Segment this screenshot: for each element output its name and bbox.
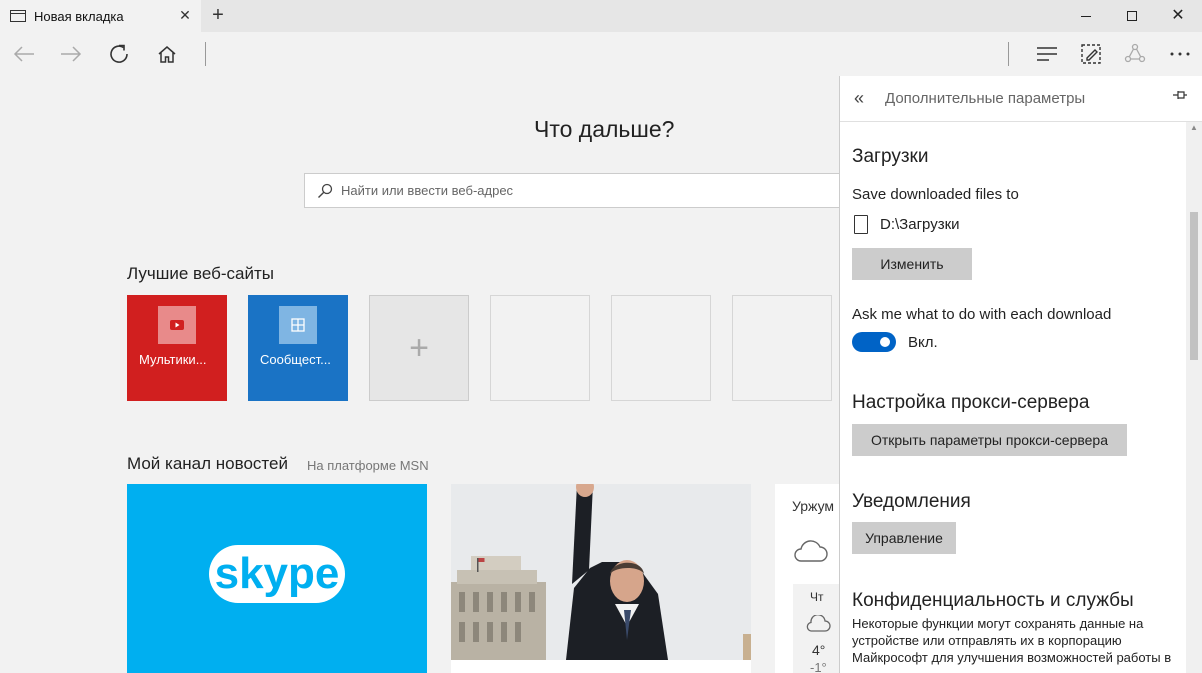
empty-site-tile[interactable]: [611, 295, 711, 401]
panel-header: « Дополнительные параметры: [840, 76, 1202, 122]
maximize-icon: [1127, 11, 1137, 21]
site-tile-label: Сообщест...: [260, 352, 331, 367]
add-site-tile[interactable]: +: [369, 295, 469, 401]
privacy-heading: Конфиденциальность и службы: [852, 590, 1134, 611]
pin-icon[interactable]: [1172, 88, 1188, 102]
home-icon: [158, 46, 176, 63]
navigation-toolbar: [0, 32, 1202, 76]
minimize-icon: [1081, 15, 1091, 17]
notifications-heading: Уведомления: [852, 491, 971, 512]
search-icon: [318, 183, 333, 198]
toggle-state-label: Вкл.: [908, 333, 938, 351]
tab-page-icon: [10, 10, 26, 22]
scroll-up-icon[interactable]: ▲: [1186, 122, 1202, 134]
open-proxy-settings-button[interactable]: Открыть параметры прокси-сервера: [852, 424, 1127, 456]
add-icon: +: [409, 328, 429, 367]
change-folder-button[interactable]: Изменить: [852, 248, 972, 280]
close-window-button[interactable]: ✕: [1155, 0, 1201, 32]
ask-download-label: Ask me what to do with each download: [852, 306, 1112, 323]
weather-city: Уржум: [792, 498, 835, 514]
weather-low: -1°: [810, 660, 827, 673]
title-bar: Новая вкладка ✕ + ✕: [0, 0, 1202, 32]
top-sites-title: Лучшие веб-сайты: [127, 264, 274, 283]
minimize-button[interactable]: [1063, 0, 1109, 32]
empty-site-tile[interactable]: [490, 295, 590, 401]
forward-arrow-icon: [61, 46, 82, 62]
hub-button[interactable]: [1032, 39, 1062, 69]
proxy-heading: Настройка прокси-сервера: [852, 392, 1090, 413]
more-button[interactable]: [1165, 39, 1195, 69]
ask-download-toggle-row: Вкл.: [852, 332, 938, 352]
panel-scrollbar[interactable]: ▲: [1186, 122, 1202, 673]
toolbar-divider: [1008, 42, 1009, 66]
skype-logo-text: skype: [215, 549, 340, 598]
forward-button[interactable]: [56, 39, 86, 69]
cloud-icon: [806, 615, 831, 632]
youtube-icon: [158, 306, 196, 344]
refresh-icon: [110, 44, 128, 63]
panel-back-icon[interactable]: «: [854, 88, 864, 109]
news-card-skype[interactable]: skype: [127, 484, 427, 673]
back-arrow-icon: [13, 46, 34, 62]
news-photo: [451, 484, 751, 660]
toggle-knob: [880, 337, 890, 347]
refresh-button[interactable]: [104, 39, 134, 69]
weather-high: 4°: [812, 642, 826, 658]
download-folder: D:\Загрузки: [854, 215, 960, 234]
share-button[interactable]: [1120, 39, 1150, 69]
cloud-icon: [794, 540, 828, 562]
empty-site-tile[interactable]: [732, 295, 832, 401]
panel-title: Дополнительные параметры: [885, 90, 1086, 107]
tab-close-icon[interactable]: ✕: [177, 7, 193, 23]
toolbar-divider: [205, 42, 206, 66]
weather-day-name: Чт: [810, 590, 824, 604]
page-title: Что дальше?: [534, 116, 675, 142]
web-note-icon: [1081, 44, 1101, 64]
tab-title: Новая вкладка: [34, 8, 124, 24]
search-box[interactable]: [304, 173, 840, 208]
share-icon: [1124, 43, 1146, 63]
scroll-thumb[interactable]: [1190, 212, 1198, 360]
manage-notifications-button[interactable]: Управление: [852, 522, 956, 554]
news-feed-subtitle: На платформе MSN: [307, 458, 429, 473]
web-note-button[interactable]: [1076, 39, 1106, 69]
news-card-caption: [451, 660, 751, 673]
top-sites-grid: Мультики... Сообщест... +: [127, 295, 832, 401]
news-card-weather[interactable]: Уржум Чт 4° -1°: [775, 484, 840, 673]
new-tab-button[interactable]: +: [206, 4, 230, 28]
home-button[interactable]: [152, 39, 182, 69]
folder-icon: [854, 215, 868, 234]
skype-logo: skype: [209, 545, 345, 603]
site-tile-cartoons[interactable]: Мультики...: [127, 295, 227, 401]
site-tile-community[interactable]: Сообщест...: [248, 295, 348, 401]
hub-icon: [1037, 47, 1057, 61]
privacy-description: Некоторые функции могут сохранять данные…: [852, 616, 1172, 665]
close-icon: ✕: [1171, 7, 1185, 24]
ask-download-toggle[interactable]: [852, 332, 896, 352]
site-tile-label: Мультики...: [139, 352, 207, 367]
search-input[interactable]: [341, 183, 741, 198]
advanced-settings-panel: « Дополнительные параметры ▲ Загрузки Sa…: [839, 76, 1202, 673]
news-card-photo[interactable]: [451, 484, 751, 660]
news-feed-title: Мой канал новостей: [127, 454, 288, 473]
downloads-heading: Загрузки: [852, 146, 929, 167]
back-button[interactable]: [9, 39, 39, 69]
weather-day: Чт 4° -1°: [793, 584, 840, 673]
download-path: D:\Загрузки: [880, 216, 960, 233]
save-location-label: Save downloaded files to: [852, 186, 1019, 203]
new-tab-page: Что дальше? Лучшие веб-сайты Мультики...…: [0, 76, 840, 673]
tab-new-tab[interactable]: Новая вкладка ✕: [0, 0, 201, 32]
maximize-button[interactable]: [1109, 0, 1155, 32]
more-icon: [1170, 52, 1190, 56]
grid-icon: [279, 306, 317, 344]
